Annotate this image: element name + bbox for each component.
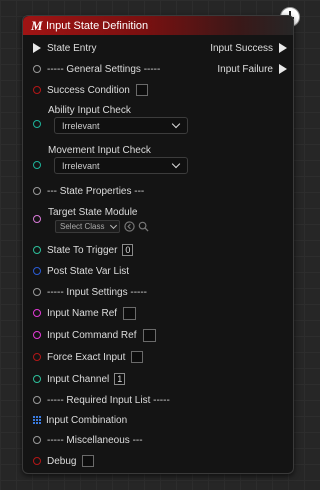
input-settings-label: ----- Input Settings ----- [47,286,148,298]
input-combination-label: Input Combination [46,414,128,426]
pin-icon[interactable] [33,246,41,254]
general-settings-label: ----- General Settings ----- [47,63,161,75]
state-properties-label: --- State Properties --- [47,185,145,197]
pin-icon[interactable] [33,331,41,339]
force-exact-input-pin[interactable]: Force Exact Input [33,350,144,364]
required-input-list-pin[interactable]: ----- Required Input List ----- [33,393,170,407]
browse-icon[interactable] [124,221,135,232]
input-command-ref-field[interactable] [142,328,156,342]
exec-pin-icon[interactable] [279,64,287,74]
post-state-var-list-label: Post State Var List [47,265,130,277]
force-exact-input-label: Force Exact Input [47,351,126,363]
movement-input-check-label: Movement Input Check [48,144,151,156]
debug-checkbox[interactable] [82,455,95,467]
success-condition-checkbox[interactable] [135,84,148,96]
ability-input-check-label: Ability Input Check [48,104,131,116]
blueprint-node[interactable]: M Input State Definition State Entry Inp… [22,15,294,474]
exec-pin-icon[interactable] [33,43,41,53]
ability-input-check-dropdown[interactable]: Irrelevant [54,117,188,134]
pin-icon[interactable] [33,120,41,128]
pin-icon[interactable] [33,187,41,195]
miscellaneous-label: ----- Miscellaneous --- [47,434,143,446]
post-state-var-list-pin[interactable]: Post State Var List [33,264,129,278]
search-icon[interactable] [138,221,149,232]
input-settings-pin[interactable]: ----- Input Settings ----- [33,285,147,299]
state-properties-pin[interactable]: --- State Properties --- [33,184,144,198]
input-name-ref-pin[interactable]: Input Name Ref [33,306,137,320]
pin-icon[interactable] [33,396,41,404]
input-channel-pin[interactable]: Input Channel 1 [33,372,126,386]
input-name-ref-field[interactable] [123,306,137,320]
ability-input-check-pin[interactable] [33,117,47,131]
input-failure-pin[interactable]: Input Failure [217,62,287,76]
pin-icon[interactable] [33,288,41,296]
state-entry-label: State Entry [47,42,97,54]
pin-icon[interactable] [33,309,41,317]
target-state-module-pin[interactable] [33,212,47,226]
state-to-trigger-label: State To Trigger [47,244,118,256]
pin-icon[interactable] [33,161,41,169]
miscellaneous-pin[interactable]: ----- Miscellaneous --- [33,433,143,447]
state-to-trigger-input[interactable]: 0 [122,244,134,256]
ability-input-check-label-row: Ability Input Check [33,103,131,117]
input-success-label: Input Success [210,42,273,54]
exec-pin-icon[interactable] [279,43,287,53]
input-command-ref-label: Input Command Ref [47,329,137,341]
input-channel-input[interactable]: 1 [114,373,126,385]
pin-icon[interactable] [33,86,41,94]
movement-input-check-label-row: Movement Input Check [33,143,151,157]
ability-input-check-value: Irrelevant [62,120,100,131]
debug-label: Debug [47,455,77,467]
pin-icon[interactable] [33,353,41,361]
general-settings-pin[interactable]: ----- General Settings ----- [33,62,160,76]
node-title: Input State Definition [46,19,149,32]
movement-input-check-pin[interactable] [33,158,47,172]
pin-icon[interactable] [33,375,41,383]
chevron-down-icon [171,159,181,169]
chevron-down-icon [109,221,118,230]
debug-pin[interactable]: Debug [33,454,95,468]
force-exact-input-checkbox[interactable] [131,351,144,363]
input-channel-label: Input Channel [47,373,110,385]
pin-icon[interactable] [33,457,41,465]
input-success-pin[interactable]: Input Success [210,41,287,55]
success-condition-label: Success Condition [47,84,130,96]
array-grid-icon[interactable] [33,416,41,424]
input-command-ref-pin[interactable]: Input Command Ref [33,328,156,342]
required-input-list-label: ----- Required Input List ----- [47,394,170,406]
state-entry-pin[interactable]: State Entry [33,41,96,55]
class-picker-placeholder: Select Class [60,222,105,231]
state-to-trigger-pin[interactable]: State To Trigger 0 [33,243,134,257]
input-combination-pin[interactable]: Input Combination [33,413,127,427]
macro-icon: M [31,17,43,33]
target-state-class-picker[interactable]: Select Class [55,220,120,233]
input-name-ref-label: Input Name Ref [47,307,118,319]
input-failure-label: Input Failure [217,63,273,75]
node-header[interactable]: M Input State Definition [23,16,293,35]
movement-input-check-dropdown[interactable]: Irrelevant [54,157,188,174]
movement-input-check-value: Irrelevant [62,160,100,171]
success-condition-pin[interactable]: Success Condition [33,83,148,97]
target-state-module-label: Target State Module [48,206,138,218]
pin-icon[interactable] [33,267,41,275]
target-state-module-label-row: Target State Module [33,205,138,219]
pin-icon[interactable] [33,215,41,223]
chevron-down-icon [171,119,181,129]
pin-icon[interactable] [33,65,41,73]
pin-icon[interactable] [33,436,41,444]
